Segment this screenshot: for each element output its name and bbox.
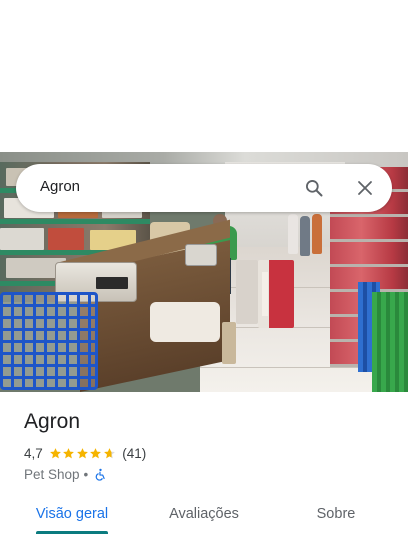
place-name: Agron — [24, 410, 81, 433]
search-bar[interactable]: Agron — [16, 164, 392, 212]
star-icon — [90, 447, 102, 458]
review-count[interactable]: (41) — [122, 446, 146, 461]
wheelchair-icon — [95, 468, 106, 481]
star-rating — [49, 447, 117, 460]
star-icon — [49, 447, 61, 458]
tab-about[interactable]: Sobre — [284, 496, 388, 532]
rating-row[interactable]: 4,7 (41) — [24, 444, 146, 462]
close-icon[interactable] — [353, 176, 377, 200]
map-area-blank — [0, 0, 408, 152]
separator-dot: • — [83, 466, 89, 482]
star-icon — [103, 447, 115, 458]
tab-reviews[interactable]: Avaliações — [152, 496, 256, 532]
star-icon — [63, 447, 75, 458]
shopping-basket — [0, 292, 98, 390]
place-category: Pet Shop — [24, 466, 80, 482]
active-tab-indicator — [36, 531, 108, 534]
tab-overview[interactable]: Visão geral — [20, 496, 124, 532]
tab-bar: Visão geral Avaliações Sobre — [0, 496, 408, 544]
search-input[interactable]: Agron — [40, 178, 80, 195]
search-icon[interactable] — [302, 176, 326, 200]
rating-value: 4,7 — [24, 445, 43, 461]
star-icon — [76, 447, 88, 458]
category-row: Pet Shop • — [24, 465, 107, 483]
